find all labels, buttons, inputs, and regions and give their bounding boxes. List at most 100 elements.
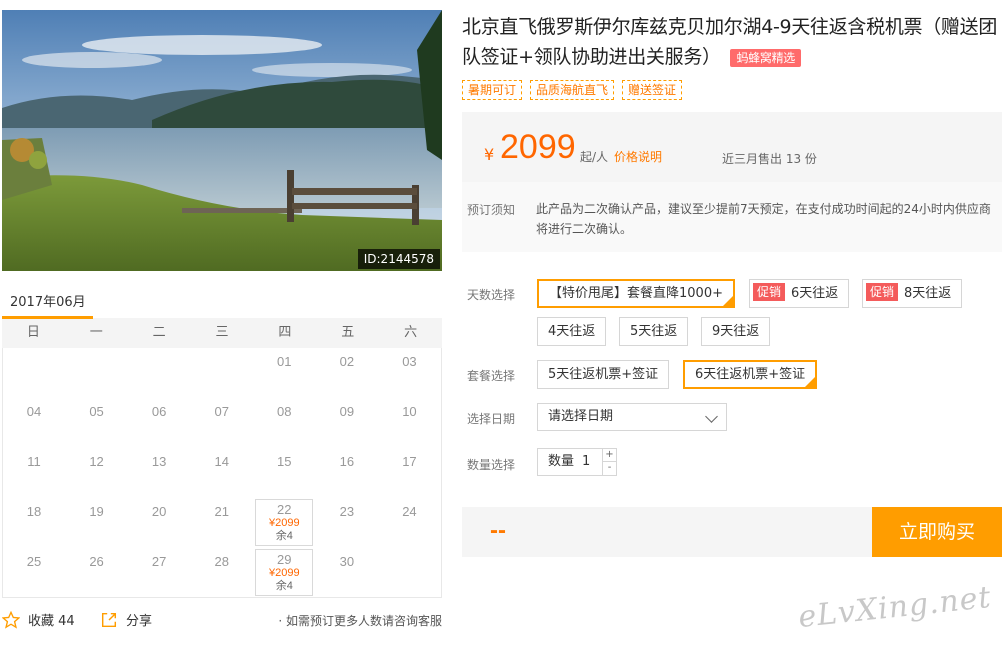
calendar-day: 14 bbox=[191, 448, 253, 494]
weekday-label: 五 bbox=[341, 325, 355, 340]
calendar-day-number: 04 bbox=[26, 404, 42, 419]
consult-note: · 如需预订更多人数请咨询客服 bbox=[278, 614, 442, 628]
date-select-dropdown[interactable]: 请选择日期 bbox=[537, 403, 727, 431]
date-calendar: 2017年06月 日 一 二 三 四 五 六 01 02 03 04 05 06 07 08 09 10 11 1… bbox=[2, 284, 442, 598]
day-option-label: 4天往返 bbox=[548, 324, 596, 339]
calendar-day: 18 bbox=[3, 498, 65, 544]
calendar-day-number: 18 bbox=[26, 504, 42, 519]
package-option-label: 6天往返机票+签证 bbox=[695, 367, 806, 382]
calendar-day: 04 bbox=[3, 398, 65, 444]
quantity-stepper: 数量 1 + - bbox=[537, 448, 617, 476]
quantity-text: 数量 bbox=[548, 454, 575, 469]
day-option-5days[interactable]: 5天往返 bbox=[619, 317, 689, 346]
package-label: 套餐选择 bbox=[467, 369, 516, 383]
share-button[interactable]: 分享 bbox=[100, 610, 152, 629]
calendar-day-number: 16 bbox=[339, 454, 355, 469]
price-unit: 起/人 bbox=[580, 150, 609, 164]
package-option-5days[interactable]: 5天往返机票+签证 bbox=[537, 360, 670, 389]
quantity-value[interactable]: 1 bbox=[582, 454, 590, 469]
feature-tag: 赠送签证 bbox=[622, 80, 683, 100]
booking-notice: 预订须知 此产品为二次确认产品，建议至少提前7天预定，在支付成功时间起的24小时… bbox=[462, 182, 1002, 252]
calendar-day: 01 bbox=[253, 348, 315, 394]
feature-tag: 品质海航直飞 bbox=[530, 80, 615, 100]
calendar-day-available[interactable]: 22 ¥2099 余4 bbox=[255, 499, 314, 546]
calendar-day-number: 30 bbox=[339, 554, 355, 569]
calendar-day-number: 26 bbox=[89, 554, 104, 569]
sales-count: 近三月售出 13 份 bbox=[722, 152, 817, 166]
buy-now-button[interactable]: 立即购买 bbox=[872, 507, 1002, 557]
calendar-day-number: 17 bbox=[402, 454, 417, 469]
day-option-special[interactable]: 【特价甩尾】套餐直降1000+ bbox=[537, 279, 735, 308]
calendar-day-remaining: 余4 bbox=[275, 530, 293, 542]
day-option-4days[interactable]: 4天往返 bbox=[537, 317, 607, 346]
day-option-label: 5天往返 bbox=[630, 324, 678, 339]
day-option-label: 【特价甩尾】套餐直降1000+ bbox=[549, 286, 723, 301]
quantity-decrement-button[interactable]: - bbox=[602, 462, 616, 475]
calendar-month-tabs: 2017年06月 bbox=[2, 284, 442, 319]
calendar-day-number: 05 bbox=[89, 404, 104, 419]
feature-tags: 暑期可订 品质海航直飞 赠送签证 bbox=[462, 80, 683, 100]
price-panel: ¥ 2099 起/人 价格说明 近三月售出 13 份 bbox=[462, 112, 1002, 182]
weekday-label: 二 bbox=[152, 325, 166, 340]
product-title: 北京直飞俄罗斯伊尔库兹克贝加尔湖4-9天往返含税机票（赠送团队签证+领队协助进出… bbox=[462, 12, 1004, 72]
feature-tag: 暑期可订 bbox=[462, 80, 523, 100]
day-option-8days[interactable]: 促销 8天往返 bbox=[862, 279, 963, 308]
calendar-day: 28 bbox=[191, 548, 253, 594]
weekday-label: 一 bbox=[89, 325, 103, 340]
product-photo: ID:2144578 bbox=[2, 10, 442, 271]
calendar-day: 10 bbox=[378, 398, 440, 444]
day-option-label: 9天往返 bbox=[712, 324, 760, 339]
month-tab-indicator bbox=[2, 316, 93, 319]
package-option-6days[interactable]: 6天往返机票+签证 bbox=[683, 360, 818, 389]
calendar-day: 30 bbox=[316, 548, 378, 594]
calendar-day: 16 bbox=[316, 448, 378, 494]
calendar-day-number: 24 bbox=[402, 504, 417, 519]
favorite-button[interactable]: 收藏 44 bbox=[2, 610, 75, 629]
calendar-day-number: 28 bbox=[214, 554, 229, 569]
day-option-label: 6天往返 bbox=[791, 286, 839, 301]
calendar-day: 05 bbox=[66, 398, 128, 444]
notice-label: 预订须知 bbox=[467, 203, 516, 217]
calendar-day-number: 27 bbox=[151, 554, 167, 569]
calendar-day-number: 19 bbox=[89, 504, 104, 519]
date-select-placeholder: 请选择日期 bbox=[548, 409, 614, 424]
calendar-day-number: 01 bbox=[277, 354, 292, 369]
calendar-day: 17 bbox=[378, 448, 440, 494]
day-option-label: 8天往返 bbox=[904, 286, 952, 301]
calendar-day: 11 bbox=[3, 448, 65, 494]
calendar-day-number: 10 bbox=[402, 404, 417, 419]
calendar-day: 24 bbox=[378, 498, 440, 544]
price-value: 2099 bbox=[500, 128, 576, 166]
purchase-bar: -- 立即购买 bbox=[462, 507, 1002, 557]
calendar-day-price: ¥2099 bbox=[268, 517, 300, 529]
calendar-day: 27 bbox=[128, 548, 190, 594]
price-explanation-link[interactable]: 价格说明 bbox=[614, 148, 662, 165]
favorite-label: 收藏 44 bbox=[28, 614, 75, 629]
weekday-label: 日 bbox=[26, 325, 40, 340]
calendar-day-number: 12 bbox=[89, 454, 104, 469]
calendar-day: 08 bbox=[253, 398, 315, 444]
calendar-month-tab[interactable]: 2017年06月 bbox=[10, 291, 86, 310]
calendar-day: 26 bbox=[66, 548, 128, 594]
calendar-day-remaining: 余4 bbox=[275, 580, 293, 592]
site-watermark: eLvXing.net bbox=[796, 579, 994, 636]
calendar-day-number: 20 bbox=[151, 504, 167, 519]
selection-badge: 蚂蜂窝精选 bbox=[730, 48, 801, 67]
promo-badge: 促销 bbox=[866, 283, 899, 301]
calendar-day-price: ¥2099 bbox=[268, 567, 300, 579]
quantity-increment-button[interactable]: + bbox=[602, 449, 616, 462]
calendar-day-number: 29 bbox=[277, 552, 292, 567]
day-option-6days[interactable]: 促销 6天往返 bbox=[749, 279, 850, 308]
day-option-9days[interactable]: 9天往返 bbox=[701, 317, 771, 346]
calendar-day: 20 bbox=[128, 498, 190, 544]
calendar-day: 02 bbox=[316, 348, 378, 394]
calendar-day-available[interactable]: 29 ¥2099 余4 bbox=[255, 549, 314, 596]
days-label: 天数选择 bbox=[467, 288, 516, 302]
date-label: 选择日期 bbox=[467, 412, 516, 426]
calendar-day-number: 15 bbox=[277, 454, 292, 469]
calendar-day: 12 bbox=[66, 448, 128, 494]
photo-id-label: ID:2144578 bbox=[357, 249, 440, 269]
lake-photo-image bbox=[2, 10, 442, 271]
calendar-day: 07 bbox=[191, 398, 253, 444]
calendar-day-number: 13 bbox=[151, 454, 167, 469]
